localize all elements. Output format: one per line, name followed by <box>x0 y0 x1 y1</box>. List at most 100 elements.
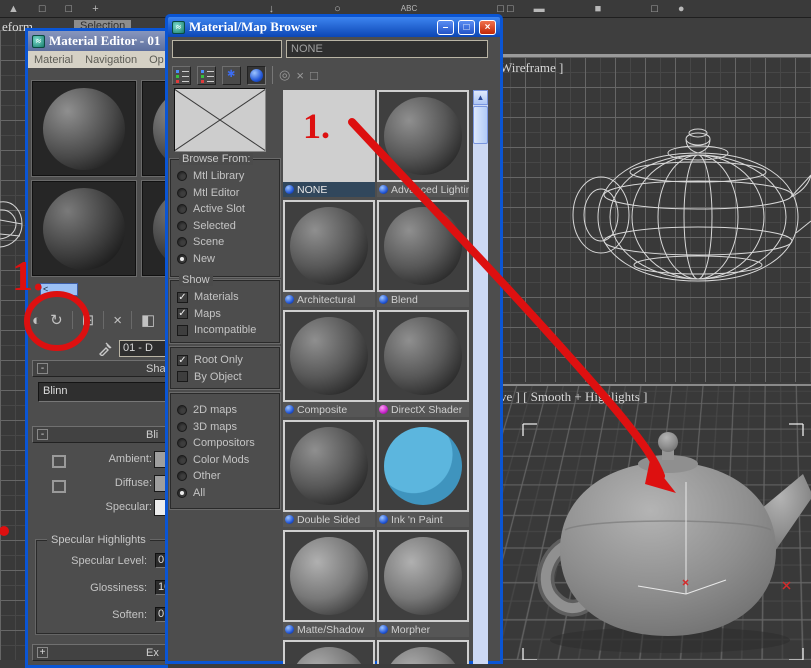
maps-filter-radio[interactable]: 3D maps <box>177 419 275 436</box>
material-thumbnail[interactable] <box>283 310 375 402</box>
minimize-button[interactable]: – <box>437 20 454 35</box>
view-small-icons-icon[interactable] <box>222 66 241 85</box>
scrollbar-thumb[interactable] <box>473 106 488 144</box>
material-label[interactable]: DirectX Shader <box>377 402 469 417</box>
view-list-icon[interactable] <box>172 66 191 85</box>
update-scene-materials-icon[interactable]: ◎ <box>279 67 290 83</box>
viewport-label-wireframe[interactable]: Wireframe ] <box>500 60 563 76</box>
browse-from-radio[interactable]: Mtl Library <box>177 168 275 185</box>
expand-icon[interactable]: + <box>37 647 48 658</box>
crossing-icon[interactable]: + <box>92 1 98 17</box>
material-thumbnail[interactable] <box>377 420 469 512</box>
put-to-scene-icon[interactable]: ↻ <box>50 311 63 329</box>
material-item[interactable]: Composite <box>283 310 377 420</box>
material-item[interactable]: Blend <box>377 200 471 310</box>
menu-material[interactable]: Material <box>34 54 73 66</box>
sample-slot-1[interactable] <box>32 81 136 176</box>
rect-marquee-icon[interactable]: □ <box>39 1 46 17</box>
view-large-icons-icon[interactable] <box>247 66 266 85</box>
material-item[interactable]: Ink 'n Paint <box>377 420 471 530</box>
viewport-perspective[interactable]: ve ] [ Smooth + Highlights ] <box>495 384 811 660</box>
browse-from-radio[interactable]: New <box>177 251 275 268</box>
current-selection-field[interactable]: NONE <box>286 40 488 58</box>
material-label[interactable]: Architectural <box>283 292 375 307</box>
material-thumbnail[interactable] <box>377 640 469 664</box>
menu-navigation[interactable]: Navigation <box>85 54 137 66</box>
maps-filter-radio[interactable]: Compositors <box>177 435 275 452</box>
viewport-label-smooth[interactable]: ve ] [ Smooth + Highlights ] <box>500 389 647 405</box>
material-name-field[interactable]: 01 - D <box>119 340 171 357</box>
material-item[interactable]: Architectural <box>283 200 377 310</box>
maps-filter-radio[interactable]: Other <box>177 468 275 485</box>
collapse-icon[interactable]: - <box>37 429 48 440</box>
material-thumbnail[interactable] <box>377 200 469 292</box>
material-item[interactable]: DirectX Shader <box>377 310 471 420</box>
slot-scroll-handle[interactable]: < <box>40 283 78 296</box>
render-icon[interactable]: ● <box>678 1 685 17</box>
material-thumbnail[interactable] <box>283 530 375 622</box>
viewport-wireframe[interactable]: Wireframe ] <box>495 56 811 382</box>
maps-filter-radio[interactable]: 2D maps <box>177 402 275 419</box>
material-thumbnail[interactable] <box>283 90 375 182</box>
list-scrollbar[interactable]: ▲ <box>473 90 488 664</box>
left-viewport[interactable] <box>0 30 25 660</box>
browser-titlebar[interactable]: ≈ Material/Map Browser – □ × <box>168 17 500 37</box>
scroll-up-icon[interactable]: ▲ <box>473 90 488 105</box>
root-checkbox[interactable]: By Object <box>177 369 275 386</box>
material-thumbnail[interactable] <box>377 90 469 182</box>
mirror-icon[interactable]: ▬ <box>534 1 545 17</box>
material-label[interactable]: Blend <box>377 292 469 307</box>
select-cursor-icon[interactable]: ▲ <box>8 1 19 17</box>
material-label[interactable]: Morpher <box>377 622 469 637</box>
teapot-wireframe[interactable] <box>565 117 811 297</box>
eyedropper-icon[interactable] <box>98 341 113 356</box>
material-label[interactable]: Matte/Shadow <box>283 622 375 637</box>
material-label[interactable]: Ink 'n Paint <box>377 512 469 527</box>
curve-editor-icon[interactable]: □ <box>651 1 658 17</box>
material-label[interactable]: NONE <box>283 182 375 197</box>
layers-icon[interactable]: ■ <box>595 1 602 17</box>
material-item[interactable]: Matte/Shadow <box>283 530 377 640</box>
maximize-button[interactable]: □ <box>458 20 475 35</box>
show-checkbox[interactable]: Materials <box>177 289 275 306</box>
assign-to-selection-icon[interactable]: ⊞ <box>82 311 95 329</box>
material-editor-window[interactable]: ≈ Material Editor - 01 Material Navigati… <box>25 28 168 668</box>
delete-from-library-icon[interactable]: × <box>296 68 304 83</box>
browse-from-radio[interactable]: Mtl Editor <box>177 185 275 202</box>
show-checkbox[interactable]: Incompatible <box>177 322 275 339</box>
browse-from-radio[interactable]: Scene <box>177 234 275 251</box>
make-unique-icon[interactable]: ◧ <box>141 311 155 329</box>
material-map-browser-window[interactable]: ≈ Material/Map Browser – □ × NONE ◎ × □ … <box>165 14 503 664</box>
root-checkbox[interactable]: Root Only <box>177 352 275 369</box>
material-thumbnail[interactable] <box>377 530 469 622</box>
browse-from-radio[interactable]: Active Slot <box>177 201 275 218</box>
menu-options[interactable]: Op <box>149 54 164 66</box>
material-thumbnail[interactable] <box>283 200 375 292</box>
browse-from-radio[interactable]: Selected <box>177 218 275 235</box>
close-button[interactable]: × <box>479 20 496 35</box>
reset-default-icon[interactable]: × <box>113 312 122 329</box>
material-label[interactable]: Double Sided <box>283 512 375 527</box>
name-search-input[interactable] <box>172 40 282 58</box>
maps-filter-radio[interactable]: Color Mods <box>177 452 275 469</box>
material-item[interactable]: Advanced Lighting <box>377 90 471 200</box>
sample-slot-3[interactable] <box>32 181 136 276</box>
view-list-plus-icon[interactable] <box>197 66 216 85</box>
get-material-icon[interactable]: ◐ <box>32 312 41 329</box>
material-label[interactable]: Composite <box>283 402 375 417</box>
collapse-icon[interactable]: - <box>37 363 48 374</box>
material-thumbnail[interactable] <box>283 420 375 512</box>
material-thumbnail[interactable] <box>377 310 469 402</box>
material-item[interactable] <box>377 640 471 664</box>
clear-library-icon[interactable]: □ <box>310 68 318 83</box>
lasso-marquee-icon[interactable]: □ <box>66 1 73 17</box>
material-item[interactable]: Double Sided <box>283 420 377 530</box>
material-thumbnail[interactable] <box>283 640 375 664</box>
material-item[interactable]: NONE <box>283 90 377 200</box>
material-label[interactable]: Advanced Lighting <box>377 182 469 197</box>
maps-filter-radio[interactable]: All <box>177 485 275 502</box>
material-item[interactable] <box>283 640 377 664</box>
show-checkbox[interactable]: Maps <box>177 306 275 323</box>
material-sphere <box>43 188 125 270</box>
material-item[interactable]: Morpher <box>377 530 471 640</box>
